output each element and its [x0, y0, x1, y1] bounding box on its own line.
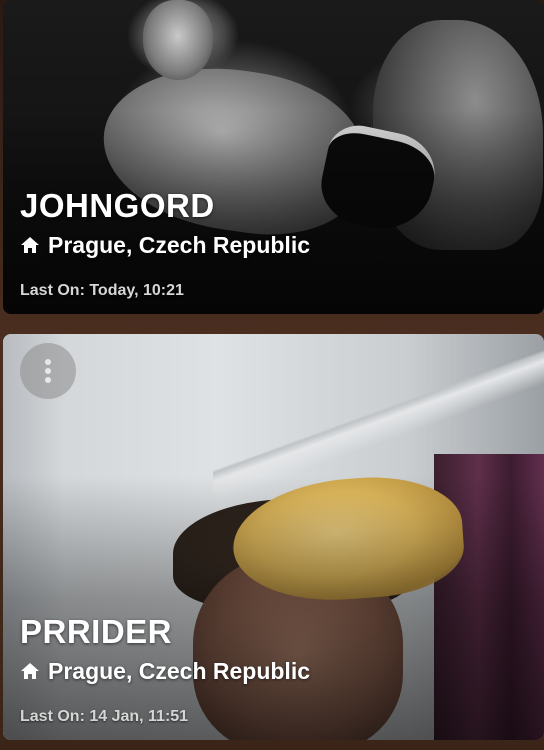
- location-text: Prague, Czech Republic: [48, 658, 311, 684]
- profile-username[interactable]: JOHNGORD: [20, 186, 310, 226]
- profile-feed: JOHNGORD Prague, Czech Republic Last On:…: [0, 0, 544, 750]
- profile-location: Prague, Czech Republic: [20, 656, 310, 686]
- home-icon: [20, 235, 40, 255]
- profile-card-prrider[interactable]: PRRIDER Prague, Czech Republic Last On: …: [3, 334, 544, 740]
- more-options-button[interactable]: [20, 343, 76, 399]
- more-vertical-icon: [44, 358, 52, 384]
- profile-username[interactable]: PRRIDER: [20, 612, 310, 652]
- last-online-text: Last On: Today, 10:21: [20, 282, 184, 299]
- profile-location: Prague, Czech Republic: [20, 230, 310, 260]
- home-icon: [20, 661, 40, 681]
- profile-info: JOHNGORD Prague, Czech Republic Last On:…: [20, 186, 310, 300]
- location-text: Prague, Czech Republic: [48, 232, 311, 258]
- profile-info: PRRIDER Prague, Czech Republic Last On: …: [20, 612, 310, 726]
- last-online-text: Last On: 14 Jan, 11:51: [20, 708, 189, 725]
- profile-card-johngord[interactable]: JOHNGORD Prague, Czech Republic Last On:…: [3, 0, 544, 314]
